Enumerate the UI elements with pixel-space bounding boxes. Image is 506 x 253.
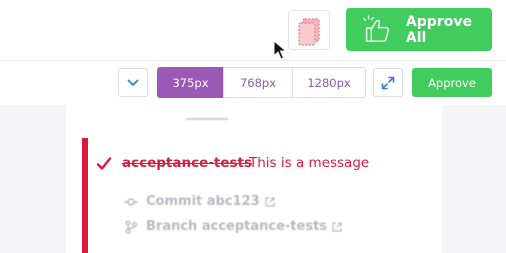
collapse-toggle-button[interactable] — [118, 68, 148, 97]
commit-label: Commit abc123 — [146, 194, 260, 209]
check-icon — [96, 157, 112, 170]
viewport-1280-button[interactable]: 1280px — [292, 67, 366, 98]
expand-icon — [381, 76, 395, 89]
mouse-cursor-icon — [273, 40, 287, 60]
viewport-375-button[interactable]: 375px — [157, 67, 224, 98]
approve-button[interactable]: Approve — [412, 68, 492, 97]
thumbs-up-icon — [363, 14, 390, 42]
branch-link[interactable]: Branch acceptance-tests — [124, 219, 342, 234]
test-name: acceptance-tests — [122, 155, 253, 171]
page-preview-icon — [298, 18, 320, 46]
commit-icon — [124, 197, 138, 206]
test-message: This is a message — [249, 155, 370, 171]
external-link-icon — [265, 196, 275, 207]
chevron-down-icon — [127, 79, 139, 86]
page-preview-button[interactable] — [288, 10, 330, 50]
fullscreen-button[interactable] — [373, 68, 403, 97]
external-link-icon — [332, 221, 342, 232]
branch-label: Branch acceptance-tests — [146, 219, 328, 234]
tab-underline — [186, 118, 228, 120]
approve-all-label: Approve All — [405, 13, 472, 46]
viewport-768-button[interactable]: 768px — [223, 67, 293, 98]
approve-all-button[interactable]: Approve All — [346, 8, 492, 51]
commit-link[interactable]: Commit abc123 — [124, 194, 275, 209]
branch-icon — [125, 220, 137, 234]
